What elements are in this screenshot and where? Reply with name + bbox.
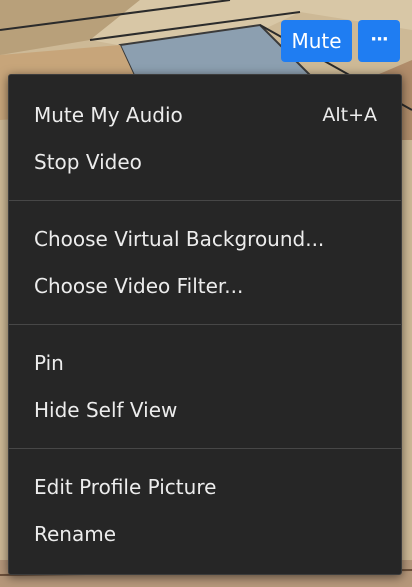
menu-separator bbox=[9, 324, 401, 325]
menu-item-pin[interactable]: Pin bbox=[9, 340, 401, 387]
menu-item-label: Mute My Audio bbox=[34, 103, 183, 127]
menu-item-label: Edit Profile Picture bbox=[34, 475, 217, 499]
menu-item-choose-virtual-background[interactable]: Choose Virtual Background... bbox=[9, 216, 401, 263]
menu-item-choose-video-filter[interactable]: Choose Video Filter... bbox=[9, 263, 401, 310]
menu-item-rename[interactable]: Rename bbox=[9, 511, 401, 558]
menu-item-label: Pin bbox=[34, 351, 64, 375]
menu-item-mute-my-audio[interactable]: Mute My Audio Alt+A bbox=[9, 92, 401, 139]
self-view-tile-area: Mute ··· Mute My Audio Alt+A Stop Video … bbox=[0, 0, 412, 587]
menu-separator bbox=[9, 448, 401, 449]
more-options-button[interactable]: ··· bbox=[358, 20, 400, 62]
menu-item-label: Hide Self View bbox=[34, 398, 178, 422]
menu-item-edit-profile-picture[interactable]: Edit Profile Picture bbox=[9, 464, 401, 511]
menu-item-stop-video[interactable]: Stop Video bbox=[9, 139, 401, 186]
menu-item-label: Stop Video bbox=[34, 150, 142, 174]
menu-item-label: Choose Virtual Background... bbox=[34, 227, 325, 251]
video-options-menu: Mute My Audio Alt+A Stop Video Choose Vi… bbox=[8, 74, 402, 575]
menu-item-label: Rename bbox=[34, 522, 117, 546]
mute-button[interactable]: Mute bbox=[281, 20, 352, 62]
menu-item-shortcut: Alt+A bbox=[322, 104, 377, 126]
menu-item-hide-self-view[interactable]: Hide Self View bbox=[9, 387, 401, 434]
menu-separator bbox=[9, 200, 401, 201]
menu-item-label: Choose Video Filter... bbox=[34, 274, 244, 298]
ellipsis-icon: ··· bbox=[370, 29, 388, 50]
